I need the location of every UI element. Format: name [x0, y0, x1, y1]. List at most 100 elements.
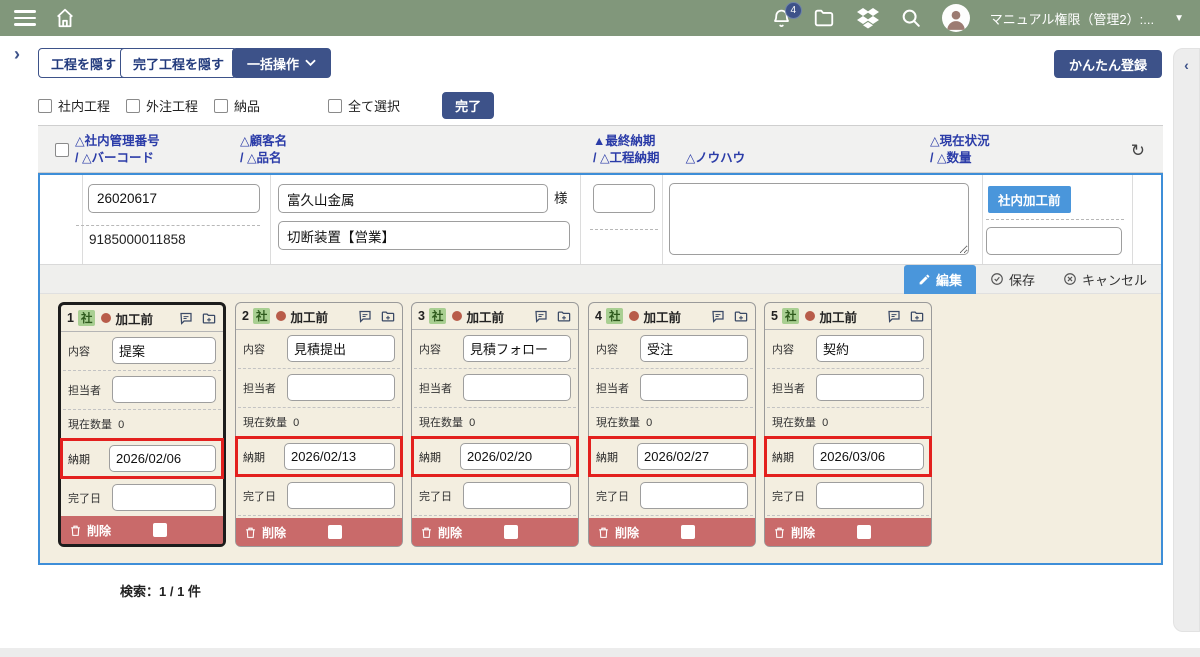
bell-icon[interactable]: 4	[771, 8, 792, 29]
hamburger-menu-icon[interactable]	[14, 6, 36, 30]
delete-checkbox[interactable]	[328, 525, 342, 539]
product-name-input[interactable]	[278, 221, 570, 250]
quantity-label: 現在数量	[772, 417, 816, 429]
comment-icon[interactable]	[178, 311, 194, 326]
comment-icon[interactable]	[886, 309, 902, 324]
folder-plus-icon[interactable]	[201, 311, 217, 326]
content-input[interactable]	[640, 335, 748, 362]
filter-outsourced-process[interactable]: 外注工程	[126, 96, 198, 115]
process-card-2[interactable]: 2 社 加工前 内容 担当者 現在数量 0 納期 完了日	[235, 302, 403, 547]
process-card-5[interactable]: 5 社 加工前 内容 担当者 現在数量 0 納期 完了日	[764, 302, 932, 547]
filter-delivery[interactable]: 納品	[214, 96, 260, 115]
comment-icon[interactable]	[357, 309, 373, 324]
content-input[interactable]	[112, 337, 216, 364]
filter-select-all[interactable]: 全て選択	[328, 96, 400, 115]
quantity-input[interactable]	[986, 227, 1122, 255]
delete-checkbox[interactable]	[857, 525, 871, 539]
delete-checkbox[interactable]	[153, 523, 167, 537]
home-icon[interactable]	[54, 7, 76, 29]
assignee-input[interactable]	[463, 374, 571, 401]
content-input[interactable]	[463, 335, 571, 362]
delete-label[interactable]: 削除	[791, 524, 815, 541]
delete-label[interactable]: 削除	[438, 524, 462, 541]
customer-name-input[interactable]	[278, 184, 548, 213]
delete-bar[interactable]: 削除	[589, 518, 755, 546]
content-input[interactable]	[287, 335, 395, 362]
column-header-status[interactable]: △現在状況 / △数量	[930, 133, 990, 167]
delete-bar[interactable]: 削除	[412, 518, 578, 546]
easy-register-button[interactable]: かんたん登録	[1054, 50, 1162, 78]
column-header-knowhow[interactable]: △ノウハウ	[686, 151, 746, 165]
delete-label[interactable]: 削除	[615, 524, 639, 541]
due-date-input[interactable]	[284, 443, 395, 470]
knowhow-textarea[interactable]	[669, 183, 969, 255]
dropbox-icon[interactable]	[856, 7, 880, 29]
complete-button[interactable]: 完了	[442, 92, 494, 119]
hide-completed-process-button[interactable]: 完了工程を隠す	[120, 48, 237, 78]
completed-date-input[interactable]	[640, 482, 748, 509]
due-date-input[interactable]	[109, 445, 216, 472]
expand-panel-chevron-icon[interactable]: ›	[14, 44, 20, 65]
folder-plus-icon[interactable]	[380, 309, 396, 324]
cancel-button[interactable]: キャンセル	[1049, 265, 1161, 294]
hide-process-button[interactable]: 工程を隠す	[38, 48, 129, 78]
header-select-checkbox[interactable]	[55, 143, 69, 157]
folder-plus-icon[interactable]	[556, 309, 572, 324]
quantity-label: 現在数量	[596, 417, 640, 429]
due-date-input[interactable]	[813, 443, 924, 470]
final-due-date-input[interactable]	[593, 184, 655, 213]
delete-bar[interactable]: 削除	[236, 518, 402, 546]
card-header: 5 社 加工前	[765, 303, 931, 330]
delete-checkbox[interactable]	[504, 525, 518, 539]
column-header-due-date[interactable]: ▲最終納期 / △工程納期△ノウハウ	[593, 133, 745, 167]
column-header-management-number[interactable]: △社内管理番号 / △バーコード	[75, 133, 160, 167]
process-card-4[interactable]: 4 社 加工前 内容 担当者 現在数量 0 納期 完了日	[588, 302, 756, 547]
process-card-1[interactable]: 1 社 加工前 内容 担当者 現在数量 0 納期 完了日	[58, 302, 226, 547]
folder-plus-icon[interactable]	[909, 309, 925, 324]
user-account-label[interactable]: マニュアル権限（管理2）:...	[990, 9, 1154, 28]
due-date-input[interactable]	[460, 443, 571, 470]
delete-bar[interactable]: 削除	[765, 518, 931, 546]
delete-label[interactable]: 削除	[262, 524, 286, 541]
bulk-action-button[interactable]: 一括操作	[232, 48, 331, 78]
completed-date-input[interactable]	[287, 482, 395, 509]
completed-date-input[interactable]	[463, 482, 571, 509]
avatar[interactable]	[942, 4, 970, 32]
delete-bar[interactable]: 削除	[61, 516, 223, 544]
delete-checkbox[interactable]	[681, 525, 695, 539]
management-number-input[interactable]	[88, 184, 260, 213]
caret-down-icon[interactable]: ▼	[1174, 13, 1184, 24]
checkbox-delivery[interactable]	[214, 99, 228, 113]
assignee-input[interactable]	[640, 374, 748, 401]
comment-icon[interactable]	[710, 309, 726, 324]
assignee-input[interactable]	[287, 374, 395, 401]
filter-internal-process[interactable]: 社内工程	[38, 96, 110, 115]
save-button[interactable]: 保存	[976, 265, 1049, 294]
quantity-value: 0	[293, 417, 299, 429]
right-collapsed-panel[interactable]: ‹	[1173, 48, 1200, 632]
search-icon[interactable]	[900, 7, 922, 29]
content-input[interactable]	[816, 335, 924, 362]
delete-label[interactable]: 削除	[87, 522, 111, 539]
completed-date-input[interactable]	[816, 482, 924, 509]
due-date-input[interactable]	[637, 443, 748, 470]
column-header-customer[interactable]: △顧客名 / △品名	[240, 133, 287, 167]
assignee-input[interactable]	[816, 374, 924, 401]
card-status: 加工前	[819, 307, 857, 326]
assignee-label: 担当者	[243, 380, 287, 396]
comment-icon[interactable]	[533, 309, 549, 324]
x-circle-icon	[1063, 272, 1077, 286]
process-card-3[interactable]: 3 社 加工前 内容 担当者 現在数量 0 納期 完了日	[411, 302, 579, 547]
chevron-left-icon[interactable]: ‹	[1174, 57, 1199, 73]
internal-tag: 社	[782, 308, 800, 324]
quantity-label: 現在数量	[243, 417, 287, 429]
folder-plus-icon[interactable]	[733, 309, 749, 324]
edit-button[interactable]: 編集	[904, 265, 976, 294]
refresh-icon[interactable]: ↻	[1131, 141, 1145, 161]
checkbox-outsourced-process[interactable]	[126, 99, 140, 113]
checkbox-select-all[interactable]	[328, 99, 342, 113]
folder-icon[interactable]	[812, 7, 836, 29]
assignee-input[interactable]	[112, 376, 216, 403]
completed-date-input[interactable]	[112, 484, 216, 511]
checkbox-internal-process[interactable]	[38, 99, 52, 113]
